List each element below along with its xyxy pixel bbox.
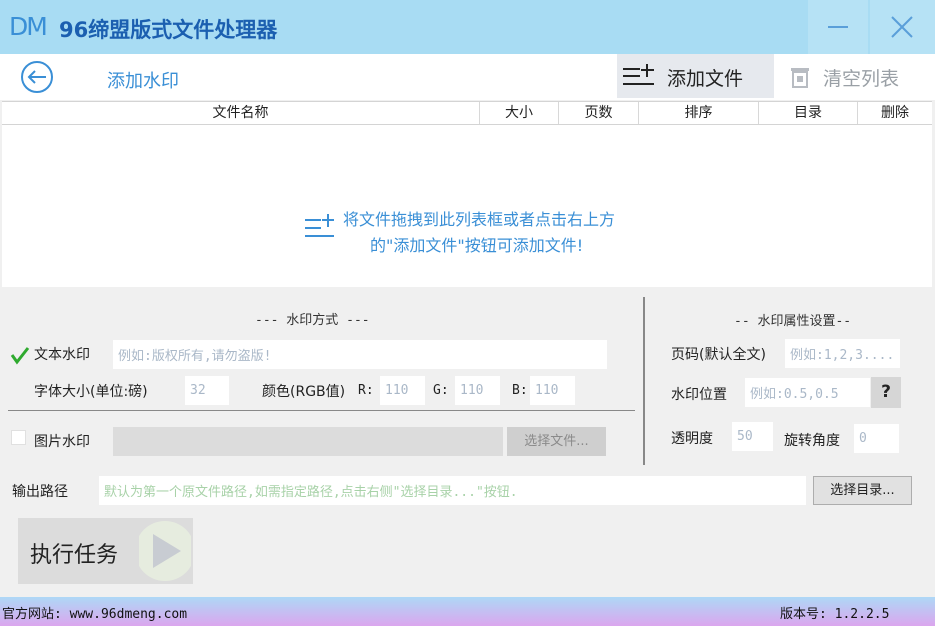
file-list-table[interactable]: 文件名称 大小 页数 排序 目录 删除: [2, 101, 932, 287]
run-task-button[interactable]: 执行任务: [18, 518, 193, 584]
back-arrow-icon: [21, 61, 53, 93]
page-input[interactable]: 例如:1,2,3....: [785, 339, 900, 368]
color-b-input[interactable]: 110: [530, 376, 575, 405]
image-watermark-checkbox[interactable]: [11, 430, 26, 445]
opacity-input[interactable]: 50: [732, 422, 773, 451]
b-label: B:: [512, 383, 528, 398]
trash-icon: [791, 68, 809, 88]
table-header: 文件名称 大小 页数 排序 目录 删除: [2, 101, 932, 125]
column-header-delete[interactable]: 删除: [858, 102, 932, 124]
page-title: 添加水印: [107, 71, 179, 92]
clear-list-label: 清空列表: [823, 68, 900, 90]
column-header-pages[interactable]: 页数: [559, 102, 639, 124]
play-icon: [139, 521, 191, 581]
watermark-mode-title: --- 水印方式 ---: [255, 313, 370, 328]
opacity-label: 透明度: [671, 431, 713, 447]
add-list-icon: [305, 214, 334, 237]
app-title: 96缔盟版式文件处理器: [59, 18, 278, 42]
close-button[interactable]: [870, 0, 935, 54]
output-path-label: 输出路径: [12, 484, 68, 500]
drop-hint-text: 将文件拖拽到此列表框或者点击右上方: [343, 210, 616, 229]
r-label: R:: [358, 383, 374, 398]
color-label: 颜色(RGB值): [262, 384, 346, 400]
column-header-order[interactable]: 排序: [639, 102, 759, 124]
output-path-input[interactable]: 默认为第一个原文件路径,如需指定路径,点击右侧"选择目录..."按钮.: [99, 476, 806, 505]
website-text: 官方网站: www.96dmeng.com: [2, 607, 188, 622]
version-text: 版本号: 1.2.2.5: [780, 607, 890, 622]
text-watermark-checkbox[interactable]: [10, 345, 30, 369]
help-button[interactable]: ?: [871, 377, 901, 408]
drop-hint-text: 的"添加文件"按钮可添加文件!: [370, 236, 584, 255]
section-divider: [643, 297, 645, 465]
section-divider: [8, 410, 635, 411]
back-button[interactable]: [20, 60, 54, 94]
select-directory-button[interactable]: 选择目录...: [813, 476, 912, 505]
select-file-button[interactable]: 选择文件...: [507, 427, 606, 456]
font-size-label: 字体大小(单位:磅): [34, 384, 148, 400]
image-watermark-label: 图片水印: [34, 434, 90, 450]
clear-list-button[interactable]: 清空列表: [774, 54, 932, 98]
app-logo: DM: [9, 12, 48, 41]
add-file-label: 添加文件: [667, 68, 744, 90]
add-list-icon: [623, 64, 654, 85]
page-label: 页码(默认全文): [671, 347, 766, 363]
text-watermark-label: 文本水印: [34, 347, 90, 363]
run-task-label: 执行任务: [30, 543, 119, 568]
column-header-directory[interactable]: 目录: [759, 102, 858, 124]
position-label: 水印位置: [671, 387, 727, 403]
watermark-text-input[interactable]: 例如:版权所有,请勿盗版!: [113, 340, 607, 369]
color-r-input[interactable]: 110: [380, 376, 425, 405]
column-header-filename[interactable]: 文件名称: [2, 102, 480, 124]
add-file-button[interactable]: 添加文件: [617, 54, 774, 98]
image-path-input[interactable]: [113, 427, 503, 456]
column-header-size[interactable]: 大小: [480, 102, 559, 124]
minimize-button[interactable]: [808, 0, 868, 54]
watermark-props-title: -- 水印属性设置--: [734, 314, 852, 329]
g-label: G:: [433, 383, 449, 398]
minimize-icon: [828, 26, 848, 28]
checkmark-icon: [10, 347, 30, 365]
font-size-input[interactable]: 32: [185, 376, 229, 405]
color-g-input[interactable]: 110: [455, 376, 500, 405]
rotation-label: 旋转角度: [784, 433, 840, 449]
position-input[interactable]: 例如:0.5,0.5: [745, 378, 870, 407]
close-icon: [891, 16, 913, 38]
rotation-input[interactable]: 0: [854, 424, 899, 453]
